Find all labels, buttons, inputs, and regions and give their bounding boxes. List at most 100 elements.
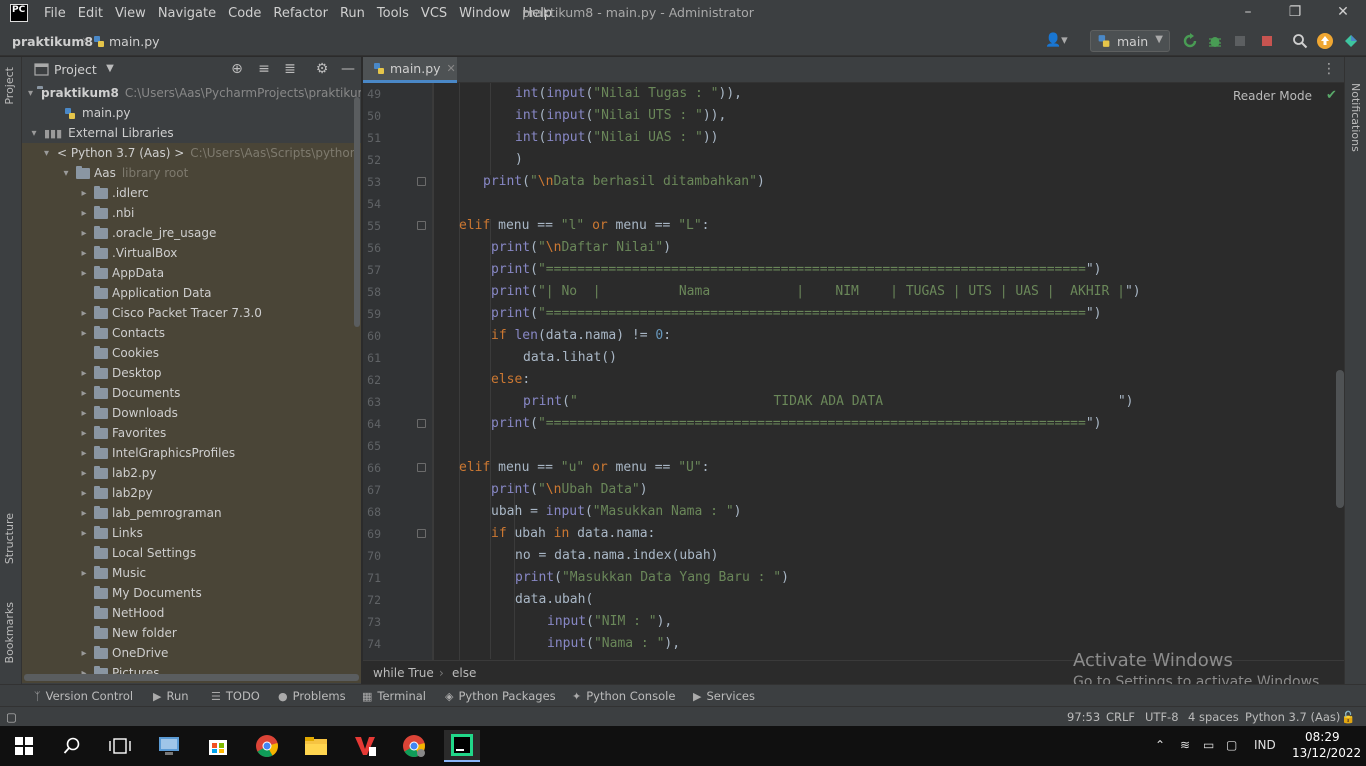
fold-marker-icon[interactable] bbox=[417, 221, 426, 230]
expanded-arrow-icon[interactable]: ▾ bbox=[60, 168, 72, 179]
collapsed-arrow-icon[interactable]: ▸ bbox=[78, 508, 90, 519]
collapsed-arrow-icon[interactable]: ▸ bbox=[78, 328, 90, 339]
tree-item-shortcut[interactable]: Cookies bbox=[22, 343, 361, 363]
input-language[interactable]: IND bbox=[1254, 738, 1276, 752]
file-encoding[interactable]: UTF-8 bbox=[1145, 710, 1179, 724]
breadcrumb-while-true[interactable]: while True bbox=[373, 666, 434, 680]
collapsed-arrow-icon[interactable]: ▸ bbox=[78, 228, 90, 239]
chrome-icon[interactable] bbox=[249, 730, 285, 762]
line-separator[interactable]: CRLF bbox=[1106, 710, 1135, 724]
collapse-all-icon[interactable]: ≣ bbox=[282, 61, 298, 77]
tree-item-folder[interactable]: ▸ Cisco Packet Tracer 7.3.0 bbox=[22, 303, 361, 323]
tool-tab-bookmarks[interactable]: Bookmarks bbox=[3, 602, 16, 663]
project-scrollbar[interactable] bbox=[354, 97, 360, 327]
close-icon[interactable]: ✕ bbox=[1333, 3, 1353, 23]
tree-item-folder[interactable]: ▸ Contacts bbox=[22, 323, 361, 343]
collapsed-arrow-icon[interactable]: ▸ bbox=[78, 268, 90, 279]
collapsed-arrow-icon[interactable]: ▸ bbox=[78, 528, 90, 539]
fold-marker-icon[interactable] bbox=[417, 419, 426, 428]
project-panel-title[interactable]: Project bbox=[54, 62, 97, 77]
tree-item-library-root[interactable]: ▾ Aas library root bbox=[22, 163, 361, 183]
tree-item-shortcut[interactable]: Application Data bbox=[22, 283, 361, 303]
tree-item-folder[interactable]: ▸ Desktop bbox=[22, 363, 361, 383]
jetbrains-icon[interactable] bbox=[1343, 33, 1359, 49]
tree-item-folder[interactable]: ▸ Documents bbox=[22, 383, 361, 403]
menu-refactor[interactable]: Refactor bbox=[273, 6, 328, 21]
indent-setting[interactable]: 4 spaces bbox=[1188, 710, 1239, 724]
tree-item-folder[interactable]: ▸ .VirtualBox bbox=[22, 243, 361, 263]
reader-mode-toggle[interactable]: Reader Mode bbox=[1233, 89, 1312, 103]
menu-edit[interactable]: Edit bbox=[78, 6, 103, 21]
notifications-icon[interactable]: ▢ bbox=[1226, 738, 1237, 752]
tree-item-folder[interactable]: New folder bbox=[22, 623, 361, 643]
tool-tab-project[interactable]: Project bbox=[3, 67, 16, 105]
tree-item-shortcut[interactable]: My Documents bbox=[22, 583, 361, 603]
lock-icon[interactable]: 🔓 bbox=[1341, 710, 1355, 724]
tree-item-folder[interactable]: ▸ .idlerc bbox=[22, 183, 361, 203]
tool-problems[interactable]: ● Problems bbox=[278, 689, 346, 703]
rerun-icon[interactable] bbox=[1182, 33, 1198, 49]
restore-icon[interactable]: ❐ bbox=[1285, 3, 1305, 23]
tree-item-shortcut[interactable]: NetHood bbox=[22, 603, 361, 623]
collapsed-arrow-icon[interactable]: ▸ bbox=[78, 388, 90, 399]
code-editor[interactable]: int(input("Nilai Tugas : ")), int(input(… bbox=[433, 83, 1338, 660]
close-tab-icon[interactable]: ✕ bbox=[447, 62, 456, 75]
tool-services[interactable]: ▶ Services bbox=[693, 689, 755, 703]
expanded-arrow-icon[interactable]: ▾ bbox=[44, 148, 49, 159]
collapsed-arrow-icon[interactable]: ▸ bbox=[78, 188, 90, 199]
app-v-icon[interactable] bbox=[347, 730, 383, 762]
project-horizontal-scrollbar[interactable] bbox=[24, 674, 359, 681]
fold-marker-icon[interactable] bbox=[417, 177, 426, 186]
debug-icon[interactable] bbox=[1207, 33, 1223, 49]
search-icon[interactable] bbox=[54, 730, 90, 762]
collapsed-arrow-icon[interactable]: ▸ bbox=[78, 568, 90, 579]
gear-icon[interactable]: ⚙ bbox=[314, 61, 330, 77]
tool-todo[interactable]: ☰ TODO bbox=[211, 689, 260, 703]
tool-version-control[interactable]: ᛉ Version Control bbox=[34, 689, 133, 703]
collapsed-arrow-icon[interactable]: ▸ bbox=[78, 248, 90, 259]
tree-item-main-py[interactable]: main.py bbox=[22, 103, 361, 123]
menu-navigate[interactable]: Navigate bbox=[158, 6, 216, 21]
tree-item-folder[interactable]: ▸ Links bbox=[22, 523, 361, 543]
tree-item-python-sdk[interactable]: ▾ < Python 3.7 (Aas) > C:\Users\Aas\Scri… bbox=[22, 143, 361, 163]
search-icon[interactable] bbox=[1292, 33, 1308, 49]
hide-icon[interactable]: — bbox=[340, 61, 356, 77]
file-explorer-icon[interactable] bbox=[298, 730, 334, 762]
more-vertical-icon[interactable]: ⋮ bbox=[1322, 61, 1336, 77]
run-configuration-select[interactable]: main ▼ bbox=[1090, 30, 1170, 52]
tree-item-folder[interactable]: ▸ OneDrive bbox=[22, 643, 361, 663]
collapsed-arrow-icon[interactable]: ▸ bbox=[78, 208, 90, 219]
locate-icon[interactable]: ⊕ bbox=[229, 61, 245, 77]
tree-item-folder[interactable]: ▸ lab2py bbox=[22, 483, 361, 503]
wifi-icon[interactable]: ≋ bbox=[1180, 738, 1190, 752]
collapsed-arrow-icon[interactable]: ▸ bbox=[78, 308, 90, 319]
breadcrumb-else[interactable]: else bbox=[452, 666, 476, 680]
stop-icon[interactable] bbox=[1259, 33, 1275, 49]
tree-item-folder[interactable]: ▸ lab_pemrograman bbox=[22, 503, 361, 523]
collapsed-arrow-icon[interactable]: ▸ bbox=[78, 428, 90, 439]
menu-view[interactable]: View bbox=[115, 6, 146, 21]
tool-python-packages[interactable]: ◈ Python Packages bbox=[445, 689, 556, 703]
breadcrumb-file[interactable]: main.py bbox=[109, 34, 160, 49]
toggle-tool-windows-icon[interactable]: ▢ bbox=[6, 710, 17, 724]
chevron-up-icon[interactable]: ⌃ bbox=[1155, 738, 1165, 752]
clock-date[interactable]: 13/12/2022 bbox=[1292, 746, 1361, 760]
collapsed-arrow-icon[interactable]: ▸ bbox=[78, 488, 90, 499]
expanded-arrow-icon[interactable]: ▾ bbox=[28, 128, 40, 139]
chevron-down-icon[interactable]: ▼ bbox=[102, 61, 118, 77]
user-account-icon[interactable]: 👤▾ bbox=[1045, 33, 1068, 48]
menu-code[interactable]: Code bbox=[228, 6, 261, 21]
menu-file[interactable]: File bbox=[44, 6, 66, 21]
fold-marker-icon[interactable] bbox=[417, 529, 426, 538]
microsoft-store-icon[interactable] bbox=[200, 730, 236, 762]
tab-main-py[interactable]: main.py ✕ bbox=[363, 57, 457, 83]
tool-tab-notifications[interactable]: Notifications bbox=[1349, 83, 1362, 152]
collapsed-arrow-icon[interactable]: ▸ bbox=[78, 408, 90, 419]
tree-item-folder[interactable]: ▸ Favorites bbox=[22, 423, 361, 443]
menu-tools[interactable]: Tools bbox=[377, 6, 409, 21]
expanded-arrow-icon[interactable]: ▾ bbox=[28, 88, 33, 99]
tree-item-shortcut[interactable]: Local Settings bbox=[22, 543, 361, 563]
update-icon[interactable] bbox=[1317, 33, 1333, 49]
battery-icon[interactable]: ▭ bbox=[1203, 738, 1214, 752]
windows-start-icon[interactable] bbox=[6, 730, 42, 762]
